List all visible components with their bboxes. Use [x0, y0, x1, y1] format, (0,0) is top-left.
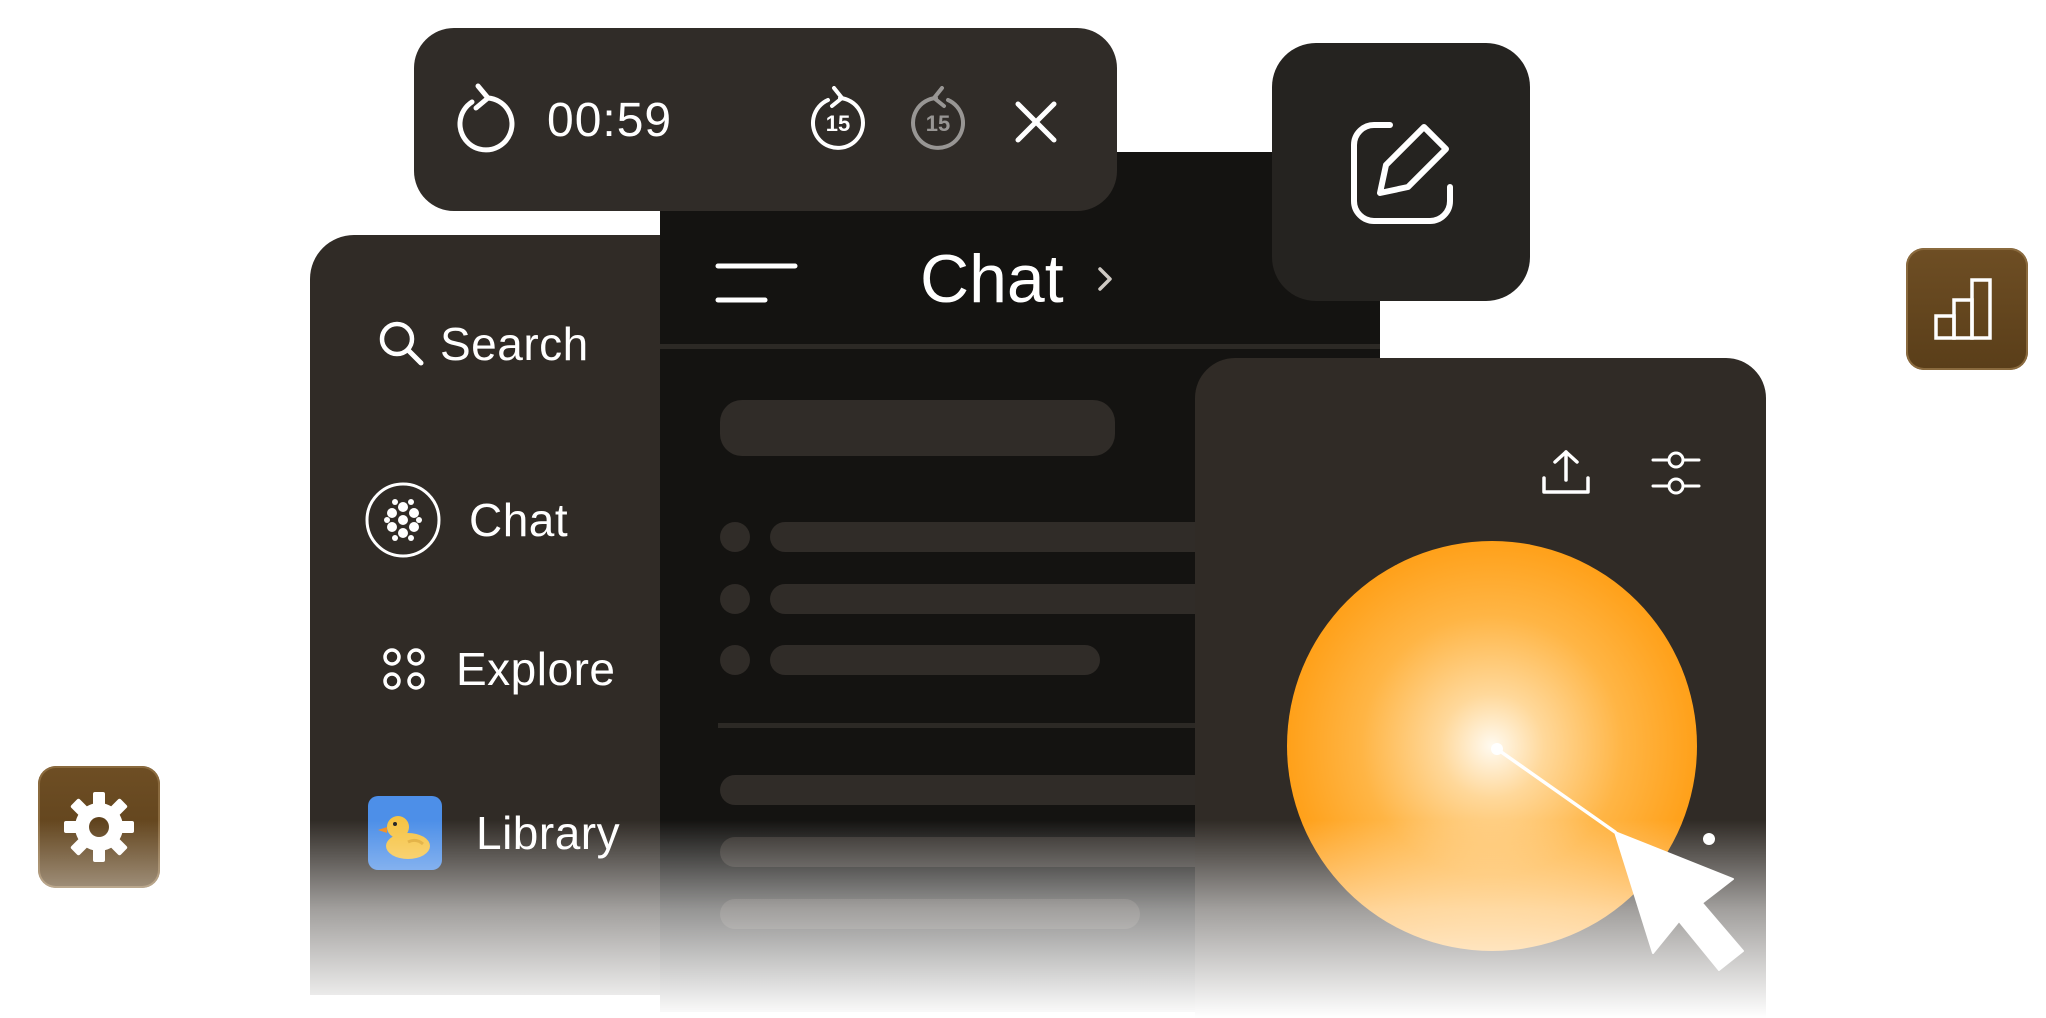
- audio-timer-bar: 00:59 15 15: [414, 28, 1117, 211]
- sidebar-item-label: Explore: [456, 643, 616, 695]
- indicator-dot: [1703, 833, 1715, 845]
- gear-icon: [64, 792, 134, 862]
- duck-icon: [368, 796, 442, 870]
- compose-button[interactable]: [1272, 43, 1530, 301]
- sidebar-item-label: Search: [440, 318, 589, 370]
- skeleton-dot: [720, 584, 750, 614]
- sidebar-item-label: Chat: [469, 494, 569, 546]
- settings-tile[interactable]: [38, 766, 160, 888]
- skip-forward-button[interactable]: 15: [908, 86, 970, 152]
- voice-panel: [1195, 358, 1766, 1018]
- pointer-line: [1495, 747, 1617, 834]
- sidebar-item-search[interactable]: Search: [376, 317, 589, 371]
- replay-icon[interactable]: [452, 80, 520, 158]
- sidebar-item-label: Library: [476, 807, 621, 859]
- timer-display: 00:59: [547, 94, 673, 147]
- skip-back-seconds: 15: [825, 111, 851, 136]
- stats-tile[interactable]: [1906, 248, 2028, 370]
- cursor-arrow-icon: [1614, 831, 1744, 971]
- skeleton-dot: [720, 522, 750, 552]
- skeleton-bar: [720, 400, 1115, 456]
- close-icon[interactable]: [1014, 100, 1058, 144]
- skip-forward-seconds: 15: [925, 111, 951, 136]
- chat-app-icon: [365, 482, 441, 558]
- sidebar-item-chat[interactable]: Chat: [365, 482, 568, 558]
- explore-grid-icon: [383, 648, 425, 690]
- pointer-origin-dot: [1491, 743, 1503, 755]
- sidebar-item-explore[interactable]: Explore: [382, 642, 615, 696]
- skeleton-line: [720, 899, 1140, 929]
- search-icon: [379, 321, 424, 366]
- skeleton-dot: [720, 645, 750, 675]
- pointer-overlay: [1491, 743, 1744, 971]
- page-title: Chat: [920, 241, 1064, 317]
- bar-chart-icon: [1934, 278, 1992, 340]
- header-divider: [660, 344, 1380, 349]
- chat-title[interactable]: Chat: [920, 240, 1120, 318]
- chevron-right-icon: [1097, 267, 1112, 291]
- compose-icon: [1351, 122, 1453, 224]
- sidebar: Search Chat Explore Library: [310, 235, 680, 995]
- skeleton-line: [770, 645, 1100, 675]
- skip-back-button[interactable]: 15: [806, 86, 868, 152]
- menu-icon[interactable]: [715, 260, 799, 308]
- sidebar-item-library[interactable]: Library: [368, 796, 620, 870]
